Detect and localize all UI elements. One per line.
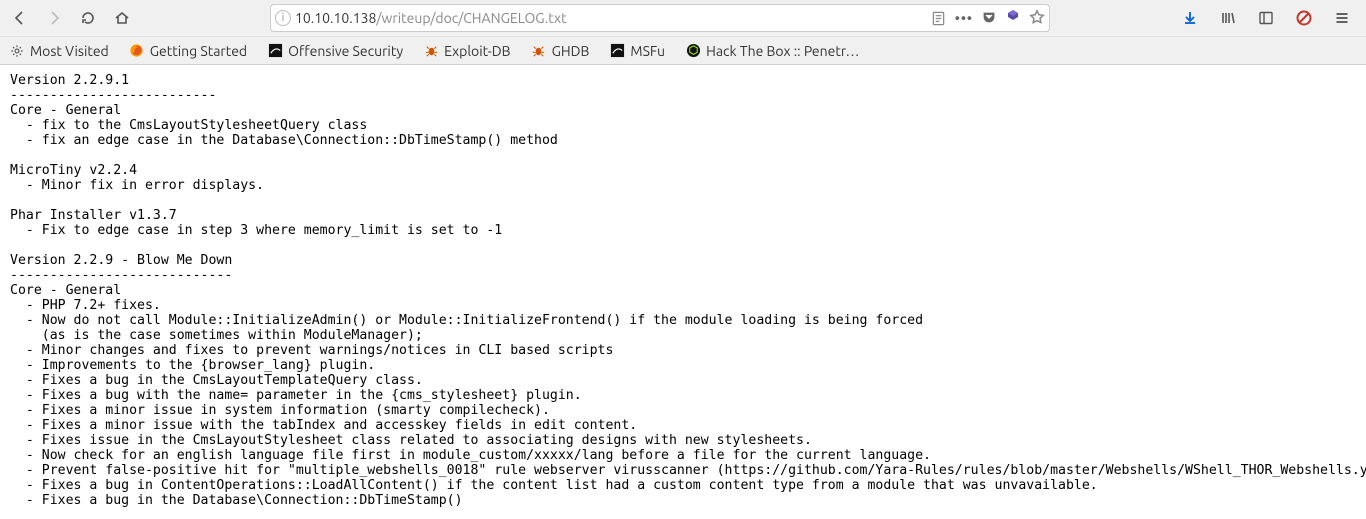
bug-icon — [531, 43, 547, 59]
downloads-icon[interactable] — [1176, 4, 1204, 32]
bookmarks-bar: Most Visited Getting Started Offensive S… — [0, 36, 1366, 64]
changelog-text: Version 2.2.9.1 ------------------------… — [0, 65, 1366, 519]
htb-icon — [685, 43, 701, 59]
bookmark-msfu[interactable]: MSFu — [606, 41, 668, 61]
kali-icon — [609, 43, 625, 59]
bookmark-label: MSFu — [630, 43, 665, 59]
bookmark-most-visited[interactable]: Most Visited — [6, 41, 112, 61]
url-bar[interactable]: i 10.10.10.138/writeup/doc/CHANGELOG.txt… — [270, 4, 1050, 32]
bookmark-label: Hack The Box :: Penetr… — [706, 43, 859, 59]
toolbar-right — [1170, 4, 1362, 32]
sidebar-icon[interactable] — [1252, 4, 1280, 32]
page-actions-icon[interactable]: ••• — [955, 10, 973, 26]
reload-button[interactable] — [72, 3, 104, 33]
container-icon[interactable] — [1005, 9, 1021, 28]
bookmark-offensive-security[interactable]: Offensive Security — [264, 41, 406, 61]
home-button[interactable] — [106, 3, 138, 33]
kali-icon — [267, 43, 283, 59]
bookmark-label: Getting Started — [150, 43, 247, 59]
noscript-icon[interactable] — [1290, 4, 1318, 32]
bookmark-hack-the-box[interactable]: Hack The Box :: Penetr… — [682, 41, 862, 61]
bookmark-label: Offensive Security — [288, 43, 403, 59]
bookmark-label: Most Visited — [30, 43, 109, 59]
bookmark-label: GHDB — [552, 43, 590, 59]
url-text: 10.10.10.138/writeup/doc/CHANGELOG.txt — [295, 10, 929, 26]
bookmark-star-icon[interactable] — [1029, 9, 1045, 28]
navigation-toolbar: i 10.10.10.138/writeup/doc/CHANGELOG.txt… — [0, 0, 1366, 36]
pocket-icon[interactable] — [981, 9, 997, 28]
library-icon[interactable] — [1214, 4, 1242, 32]
bookmark-ghdb[interactable]: GHDB — [528, 41, 593, 61]
firefox-icon — [129, 43, 145, 59]
menu-icon[interactable] — [1328, 4, 1356, 32]
gear-icon — [9, 43, 25, 59]
bug-icon — [423, 43, 439, 59]
forward-button[interactable] — [38, 3, 70, 33]
back-button[interactable] — [4, 3, 36, 33]
bookmark-label: Exploit-DB — [444, 43, 510, 59]
reader-view-icon[interactable] — [929, 9, 949, 27]
identity-info-icon[interactable]: i — [275, 10, 291, 26]
bookmark-exploit-db[interactable]: Exploit-DB — [420, 41, 513, 61]
bookmark-getting-started[interactable]: Getting Started — [126, 41, 250, 61]
